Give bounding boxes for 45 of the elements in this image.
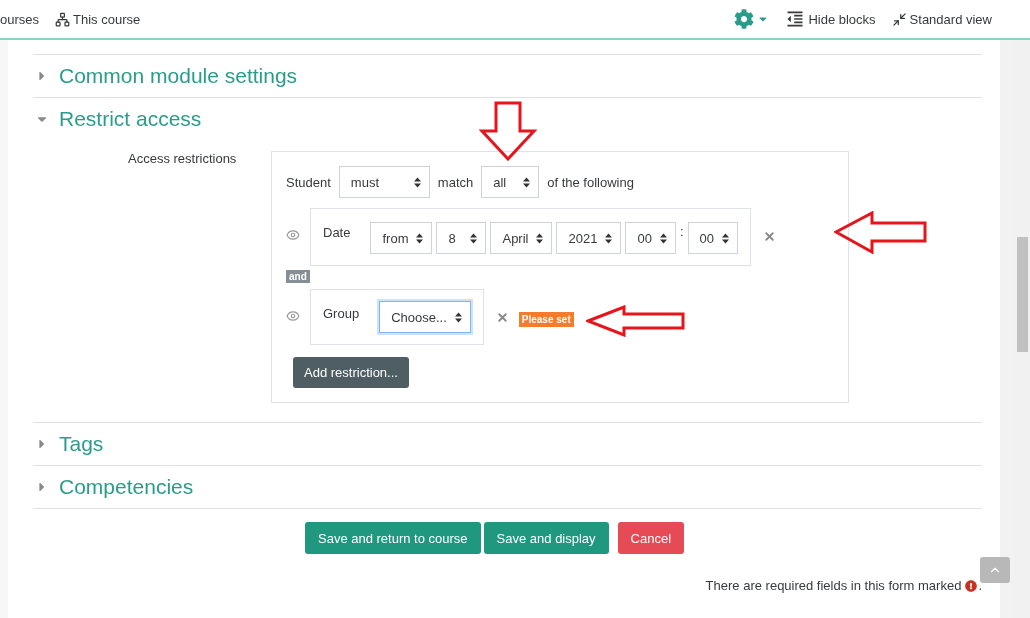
- settings-icon: [734, 9, 755, 29]
- dropdown-select[interactable]: 00: [625, 222, 676, 254]
- required-note: There are required fields in this form marked: [705, 578, 962, 593]
- scroll-top-button[interactable]: [980, 557, 1010, 583]
- match-select[interactable]: all: [481, 166, 540, 198]
- dropdown-select[interactable]: 8: [436, 222, 487, 254]
- scrollbar-thumb[interactable]: [1017, 237, 1028, 352]
- following-label: of the following: [547, 174, 634, 190]
- nav-link[interactable]: ourses: [0, 11, 40, 27]
- sort-arrows-icon: [536, 232, 544, 244]
- dropdown-select[interactable]: 00: [687, 222, 738, 254]
- and-badge: and: [286, 270, 310, 283]
- field-label: Access restrictions: [128, 151, 238, 168]
- dropdown-select[interactable]: April: [490, 222, 553, 254]
- condition-label: Group: [323, 305, 361, 321]
- warning-badge: Please set: [518, 312, 574, 327]
- nav-link[interactable]: This course: [55, 11, 141, 27]
- save-button[interactable]: Save and return to course: [305, 522, 481, 554]
- sort-arrows-icon: [721, 232, 729, 244]
- must-select[interactable]: must: [338, 166, 430, 198]
- sitemap-icon: [55, 11, 71, 27]
- sort-arrows-icon: [416, 232, 424, 244]
- collapse-arrows-icon: [891, 11, 907, 27]
- dropdown-select[interactable]: Choose...: [379, 301, 471, 333]
- dropdown-select[interactable]: 2021: [556, 222, 622, 254]
- condition-label: Date: [323, 224, 352, 240]
- indent-icon: [785, 9, 806, 29]
- student-label: Student: [286, 174, 331, 190]
- sort-arrows-icon: [605, 232, 613, 244]
- period-text: .: [978, 578, 982, 593]
- sort-arrows-icon: [413, 176, 421, 188]
- time-separator: :: [679, 224, 684, 239]
- sort-arrows-icon: [470, 232, 478, 244]
- nav-link[interactable]: Standard view: [891, 11, 992, 27]
- save-button[interactable]: Save and display: [483, 522, 609, 554]
- exclamation-icon: [965, 579, 978, 592]
- sort-arrows-icon: [659, 232, 667, 244]
- down-arrow-annotation: [479, 101, 537, 161]
- dropdown-select[interactable]: from: [370, 222, 433, 254]
- match-label: match: [437, 174, 474, 190]
- sort-arrows-icon: [454, 311, 462, 323]
- cancel-button[interactable]: Cancel: [617, 522, 685, 554]
- sort-arrows-icon: [523, 176, 531, 188]
- nav-link[interactable]: Hide blocks: [785, 9, 876, 29]
- add-restriction-button[interactable]: Add restriction...: [293, 357, 409, 388]
